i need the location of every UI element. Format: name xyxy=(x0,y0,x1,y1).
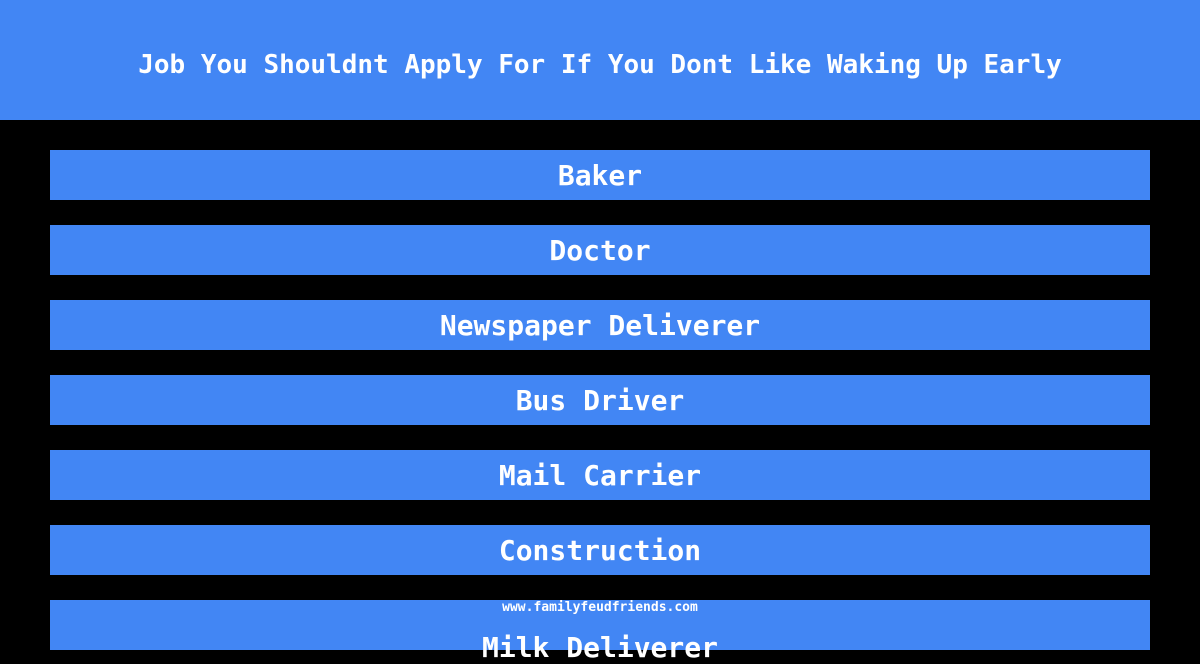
answer-bar: Newspaper Deliverer xyxy=(50,300,1150,350)
watermark: www.familyfeudfriends.com xyxy=(502,600,698,615)
answer-bar: Bus Driver xyxy=(50,375,1150,425)
answer-bar: Baker xyxy=(50,150,1150,200)
answer-label: Bus Driver xyxy=(515,383,685,417)
header-banner: Job You Shouldnt Apply For If You Dont L… xyxy=(0,0,1200,120)
answer-bar: Doctor xyxy=(50,225,1150,275)
answer-label: Milk Deliverer xyxy=(481,630,718,664)
page-title: Job You Shouldnt Apply For If You Dont L… xyxy=(138,50,1062,80)
answer-bar: Mail Carrier xyxy=(50,450,1150,500)
answer-label: Construction xyxy=(498,533,702,567)
answer-label: Doctor xyxy=(549,233,651,267)
answer-bar: Construction xyxy=(50,525,1150,575)
answer-label: Baker xyxy=(557,158,643,192)
answer-label: Newspaper Deliverer xyxy=(439,308,761,342)
answer-label: Mail Carrier xyxy=(498,458,702,492)
